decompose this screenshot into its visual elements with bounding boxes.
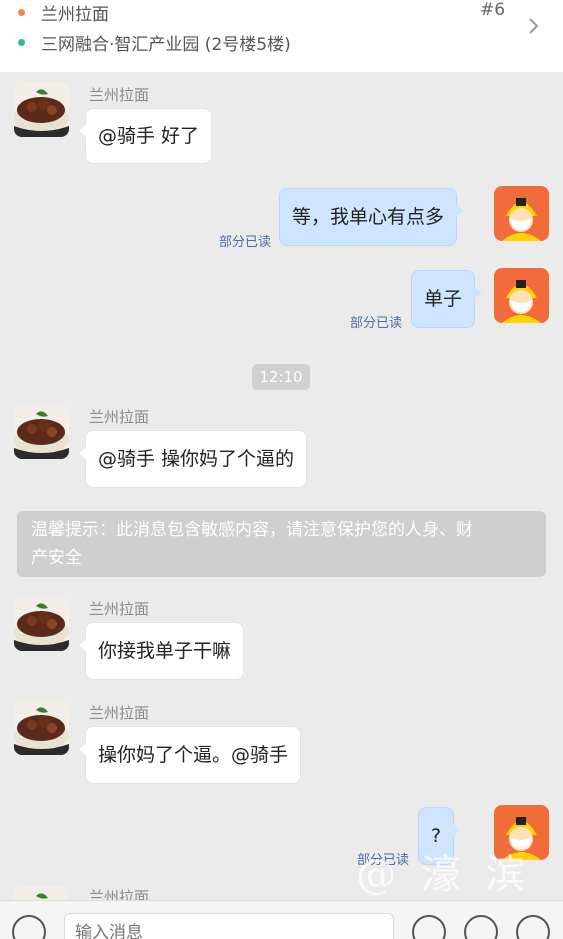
input-bar [0, 900, 563, 939]
avatar[interactable] [14, 886, 69, 900]
avatar[interactable] [14, 700, 69, 755]
read-status: 部分已读 [219, 235, 272, 250]
notice-line-1: 温馨提示：此消息包含敏感内容，请注意保护您的人身、财 [31, 520, 473, 540]
shop-name: 兰州拉面 [41, 5, 109, 25]
message-bubble[interactable]: 你接我单子干嘛 [78, 622, 245, 680]
avatar[interactable] [14, 596, 69, 651]
avatar[interactable] [494, 186, 549, 241]
time-divider: 12:10 [252, 364, 310, 390]
address-dot [18, 39, 25, 46]
sender-name: 兰州拉面 [89, 600, 150, 618]
beef-noodle-bowl-image [14, 82, 69, 137]
address-row: 三网融合·智汇产业园 (2号楼5楼) [18, 30, 291, 55]
order-number: #6 [480, 0, 506, 20]
avatar[interactable] [14, 82, 69, 137]
microphone-icon[interactable] [12, 915, 46, 939]
sender-name: 兰州拉面 [89, 408, 150, 426]
beef-noodle-bowl-image [14, 700, 69, 755]
sender-name: 兰州拉面 [89, 704, 150, 722]
shop-row: 兰州拉面 [18, 0, 109, 25]
message-bubble[interactable]: @骑手 好了 [78, 108, 213, 164]
chevron-right-icon[interactable] [526, 16, 542, 36]
rider-cartoon-avatar [494, 186, 549, 241]
chat-area[interactable]: 兰州拉面 @骑手 好了 等，我单心有点多 部分已读 单子 部分已读 12:10 [0, 72, 563, 900]
sender-name: 兰州拉面 [89, 86, 150, 104]
message-bubble[interactable]: 操你妈了个逼。@骑手 [78, 726, 302, 784]
beef-noodle-bowl-image [14, 596, 69, 651]
sensitive-content-notice: 温馨提示：此消息包含敏感内容，请注意保护您的人身、财 产安全 [17, 511, 546, 577]
message-bubble[interactable]: @骑手 操你妈了个逼的 [78, 430, 308, 488]
rider-cartoon-avatar [494, 268, 549, 323]
message-input[interactable] [64, 913, 394, 939]
plus-icon[interactable] [516, 915, 550, 939]
quick-reply-icon[interactable] [464, 915, 498, 939]
message-bubble[interactable]: 单子 [411, 270, 483, 328]
emoji-icon[interactable] [412, 915, 446, 939]
avatar[interactable] [14, 404, 69, 459]
order-header[interactable]: 兰州拉面 三网融合·智汇产业园 (2号楼5楼) #6 [0, 0, 563, 72]
notice-line-2: 产安全 [31, 548, 82, 568]
beef-noodle-bowl-image [14, 404, 69, 459]
beef-noodle-bowl-image [14, 886, 69, 900]
message-bubble[interactable]: 等，我单心有点多 [279, 188, 465, 246]
delivery-address: 三网融合·智汇产业园 (2号楼5楼) [41, 35, 291, 55]
watermark: @ 濠 滨 [356, 852, 532, 898]
avatar[interactable] [494, 268, 549, 323]
shop-dot [18, 9, 25, 16]
read-status: 部分已读 [350, 316, 403, 331]
sender-name: 兰州拉面 [89, 888, 150, 900]
